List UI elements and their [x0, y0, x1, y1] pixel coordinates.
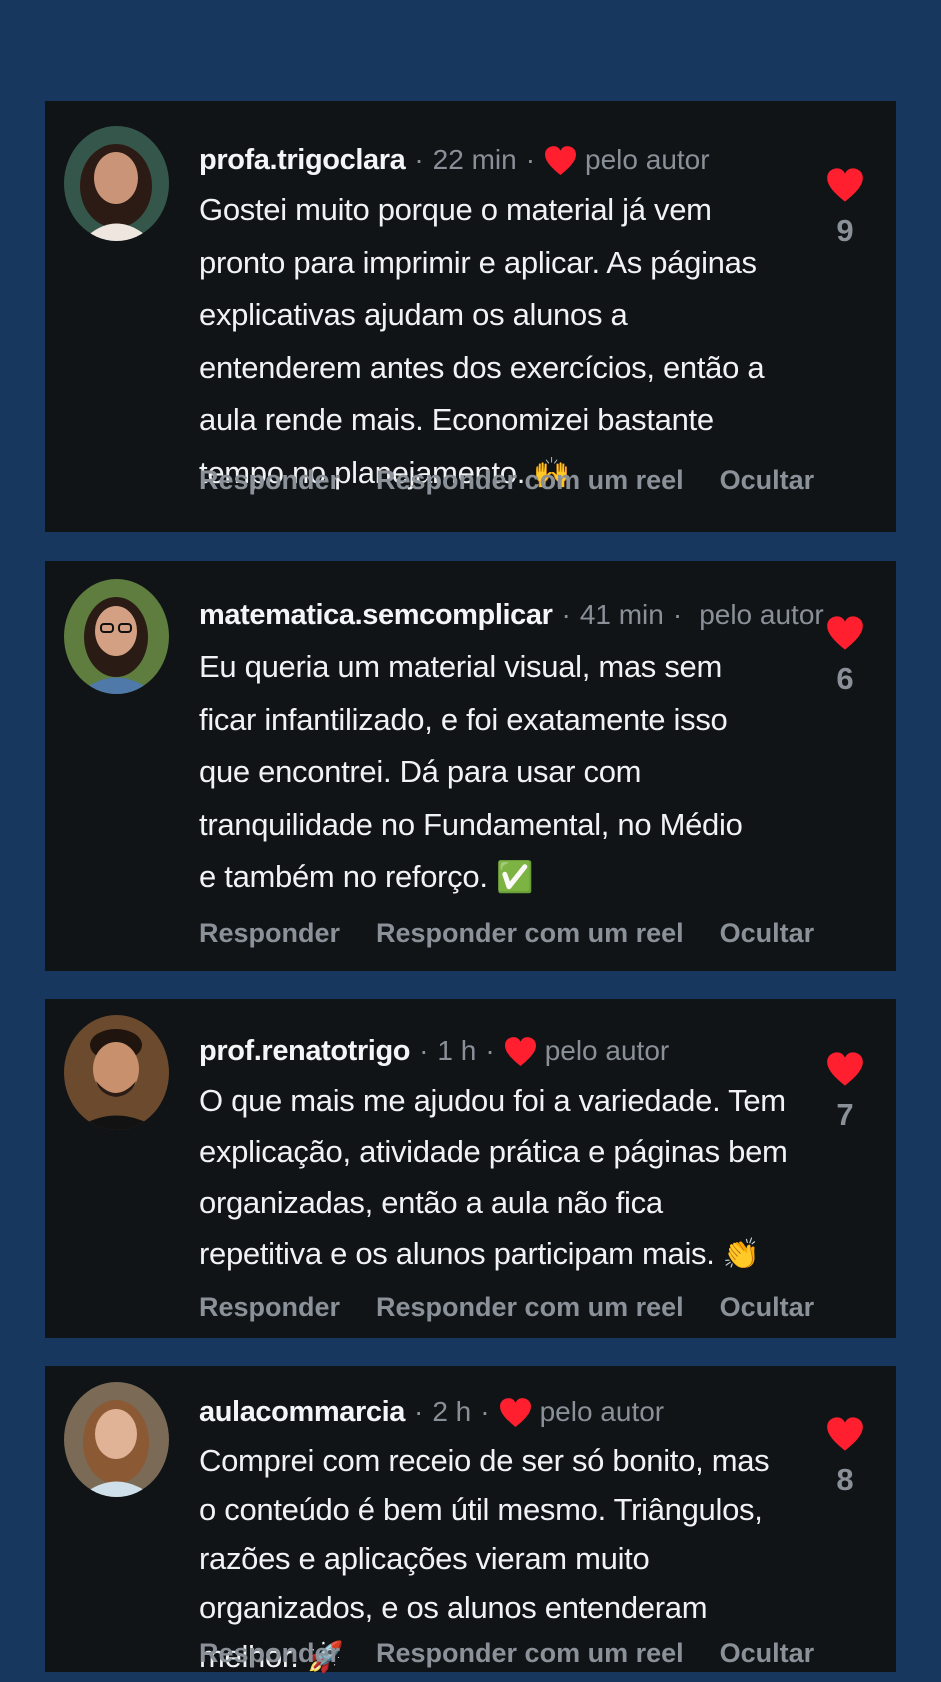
reply-with-reel-button[interactable]: Responder com um reel: [376, 1638, 684, 1669]
timestamp: 1 h: [437, 1035, 477, 1066]
hide-button[interactable]: Ocultar: [720, 1292, 815, 1323]
avatar-image: [64, 579, 169, 694]
separator-dot: ·: [419, 1035, 429, 1066]
avatar-image: [64, 1382, 169, 1497]
comment-actions: Responder Responder com um reel Ocultar: [199, 1288, 850, 1326]
avatar[interactable]: [64, 126, 169, 241]
comment-actions: Responder Responder com um reel Ocultar: [199, 461, 850, 499]
comment-header: aulacommarcia · 2 h · pelo autor: [199, 1392, 786, 1432]
like-count: 7: [836, 1097, 854, 1132]
hide-button[interactable]: Ocultar: [720, 918, 815, 949]
comment-card: matematica.semcomplicar · 41 min · pelo …: [45, 561, 896, 971]
avatar[interactable]: [64, 1382, 169, 1497]
separator-dot: ·: [485, 1035, 495, 1066]
liked-by-author-label: pelo autor: [585, 144, 710, 175]
separator-dot: ·: [413, 1396, 424, 1427]
timestamp: 22 min: [432, 144, 517, 175]
heart-icon[interactable]: [826, 615, 864, 651]
comment-header: profa.trigoclara · 22 min · pelo autor: [199, 140, 786, 180]
username[interactable]: matematica.semcomplicar: [199, 599, 553, 632]
comment-text: Gostei muito porque o material já vem pr…: [199, 192, 765, 490]
avatar-image: [64, 126, 169, 241]
reply-button[interactable]: Responder: [199, 465, 340, 496]
username[interactable]: profa.trigoclara: [199, 144, 406, 177]
comment-header: prof.renatotrigo · 1 h · pelo autor: [199, 1031, 786, 1071]
check-mark-emoji: ✅: [495, 860, 534, 895]
heart-icon: [544, 145, 577, 176]
like-count: 6: [836, 661, 854, 696]
comment-text-block: O que mais me ajudou foi a variedade. Te…: [199, 1075, 789, 1280]
heart-icon[interactable]: [826, 167, 864, 203]
like-column: 9: [824, 167, 866, 249]
avatar[interactable]: [64, 1015, 169, 1130]
comment-card: aulacommarcia · 2 h · pelo autor Comprei…: [45, 1366, 896, 1675]
liked-by-author-label: pelo autor: [544, 1035, 670, 1066]
separator-dot: ·: [561, 599, 571, 630]
username[interactable]: aulacommarcia: [199, 1396, 405, 1429]
reply-with-reel-button[interactable]: Responder com um reel: [376, 918, 684, 949]
hide-button[interactable]: Ocultar: [720, 1638, 815, 1669]
reply-button[interactable]: Responder: [199, 1638, 340, 1669]
liked-by-author-label: pelo autor: [539, 1396, 665, 1427]
liked-by-author-label: pelo autor: [699, 599, 824, 630]
comment-text-block: Eu queria um material visual, mas sem fi…: [199, 641, 759, 905]
separator-dot: ·: [414, 144, 424, 175]
separator-dot: ·: [672, 599, 683, 630]
like-column: 7: [824, 1051, 866, 1133]
like-count: 8: [836, 1462, 854, 1497]
username[interactable]: prof.renatotrigo: [199, 1035, 410, 1068]
heart-icon[interactable]: [826, 1416, 864, 1452]
timestamp: 2 h: [432, 1396, 472, 1427]
like-count: 9: [836, 213, 854, 248]
heart-icon: [504, 1036, 537, 1067]
comment-text: Eu queria um material visual, mas sem fi…: [199, 649, 743, 894]
comment-actions: Responder Responder com um reel Ocultar: [199, 914, 850, 952]
reply-button[interactable]: Responder: [199, 1292, 340, 1323]
reply-with-reel-button[interactable]: Responder com um reel: [376, 1292, 684, 1323]
like-column: 8: [824, 1416, 866, 1498]
comment-actions: Responder Responder com um reel Ocultar: [199, 1634, 850, 1672]
comment-text-block: Gostei muito porque o material já vem pr…: [199, 184, 789, 500]
timestamp: 41 min: [579, 599, 664, 630]
separator-dot: ·: [525, 144, 536, 175]
comment-header: matematica.semcomplicar · 41 min · pelo …: [199, 595, 824, 635]
clapping-hands-emoji: 👏: [722, 1237, 760, 1272]
reply-button[interactable]: Responder: [199, 918, 340, 949]
comment-card: profa.trigoclara · 22 min · pelo autor G…: [45, 101, 896, 532]
like-column: 6: [824, 615, 866, 697]
comment-card: prof.renatotrigo · 1 h · pelo autor O qu…: [45, 999, 896, 1338]
separator-dot: ·: [480, 1396, 490, 1427]
reply-with-reel-button[interactable]: Responder com um reel: [376, 465, 684, 496]
avatar-image: [64, 1015, 169, 1130]
hide-button[interactable]: Ocultar: [720, 465, 815, 496]
heart-icon[interactable]: [826, 1051, 864, 1087]
heart-icon: [499, 1397, 532, 1428]
avatar[interactable]: [64, 579, 169, 694]
comment-text: O que mais me ajudou foi a variedade. Te…: [199, 1083, 788, 1271]
